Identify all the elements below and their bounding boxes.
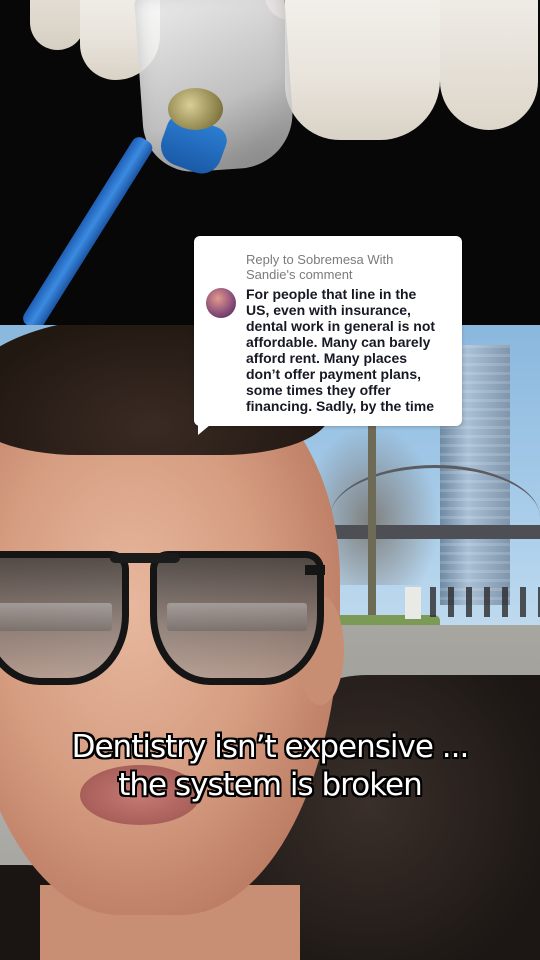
lens-reflection (0, 603, 112, 631)
tooth (285, 0, 440, 140)
bridge-cable (330, 465, 540, 528)
video-caption: Dentistry isn’t expensive ... the system… (71, 729, 470, 803)
sunglasses-bridge (110, 553, 180, 563)
video-frame[interactable]: Reply to Sobremesa With Sandie's comment… (0, 0, 540, 960)
lens-reflection (167, 603, 307, 631)
tooth (440, 0, 538, 130)
bridge (330, 465, 540, 555)
bridge-deck (330, 525, 540, 539)
lamp-pole (368, 425, 376, 615)
reply-comment-sticker[interactable]: Reply to Sobremesa With Sandie's comment… (194, 236, 462, 435)
comment-text: For people that line in the US, even wit… (246, 286, 436, 414)
commenter-avatar[interactable] (206, 288, 236, 318)
tooth (30, 0, 85, 50)
sunglasses-right-lens (150, 551, 324, 685)
applicator-stick (20, 134, 156, 325)
applicator-tip (168, 88, 223, 130)
park-sign (405, 587, 421, 619)
sunglasses-temple (305, 565, 325, 575)
people-on-benches (430, 587, 540, 617)
sunglasses-left-lens (0, 551, 129, 685)
reply-body: For people that line in the US, even wit… (206, 286, 450, 414)
reply-header: Reply to Sobremesa With Sandie's comment (246, 252, 394, 282)
